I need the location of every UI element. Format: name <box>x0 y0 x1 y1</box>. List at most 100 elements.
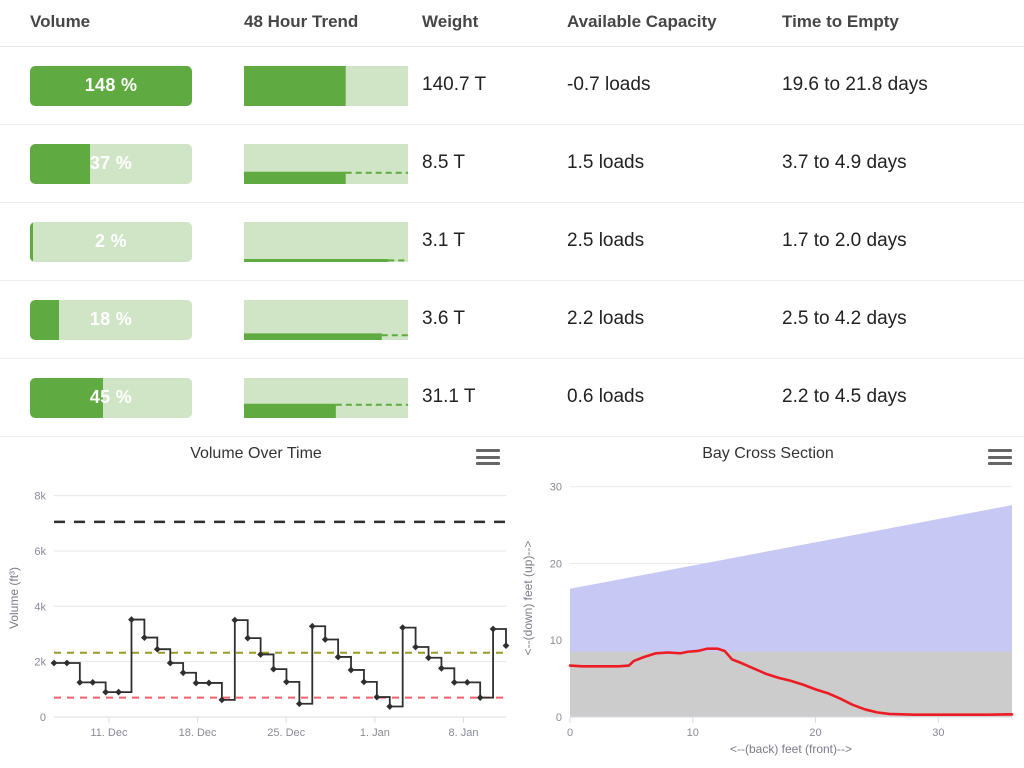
weight-value: 8.5 T <box>422 150 567 177</box>
svg-text:20: 20 <box>809 727 821 739</box>
svg-text:18. Dec: 18. Dec <box>179 727 217 739</box>
cell-available-capacity: 2.5 loads <box>567 203 782 281</box>
volume-progress-wrap: 2 % <box>0 222 232 262</box>
time-to-empty-value: 3.7 to 4.9 days <box>782 150 1024 177</box>
svg-text:2k: 2k <box>34 657 46 669</box>
volume-over-time-plot: 02k4k6k8kVolume (ft³)11. Dec18. Dec25. D… <box>0 437 512 768</box>
trend-sparkline-wrap <box>232 222 422 262</box>
svg-text:10: 10 <box>687 727 699 739</box>
cell-available-capacity: 0.6 loads <box>567 359 782 437</box>
volume-progress-label: 2 % <box>30 222 192 262</box>
table-body: 148 % 140.7 T -0.7 loads 19.6 to 21.8 da… <box>0 47 1024 437</box>
cell-trend <box>232 125 422 203</box>
available-capacity-value: 2.5 loads <box>567 228 782 255</box>
time-to-empty-value: 1.7 to 2.0 days <box>782 228 1024 255</box>
trend-sparkline-wrap <box>232 300 422 340</box>
svg-text:0: 0 <box>567 727 573 739</box>
svg-text:4k: 4k <box>34 601 46 613</box>
available-capacity-value: 0.6 loads <box>567 384 782 411</box>
volume-progress-bar[interactable]: 37 % <box>30 144 192 184</box>
cell-available-capacity: 2.2 loads <box>567 281 782 359</box>
time-to-empty-value: 19.6 to 21.8 days <box>782 72 1024 99</box>
trend-sparkline[interactable] <box>244 300 408 340</box>
volume-progress-bar[interactable]: 148 % <box>30 66 192 106</box>
volume-progress-wrap: 37 % <box>0 144 232 184</box>
cell-volume: 37 % <box>0 125 232 203</box>
table-row[interactable]: 148 % 140.7 T -0.7 loads 19.6 to 21.8 da… <box>0 47 1024 125</box>
svg-text:20: 20 <box>550 558 562 570</box>
svg-text:6k: 6k <box>34 546 46 558</box>
trend-sparkline[interactable] <box>244 378 408 418</box>
weight-value: 3.6 T <box>422 306 567 333</box>
trend-sparkline-wrap <box>232 378 422 418</box>
cell-available-capacity: -0.7 loads <box>567 47 782 125</box>
trend-sparkline[interactable] <box>244 144 408 184</box>
trend-sparkline-wrap <box>232 66 422 106</box>
cell-trend <box>232 47 422 125</box>
trend-sparkline-wrap <box>232 144 422 184</box>
svg-text:11. Dec: 11. Dec <box>90 727 128 739</box>
time-to-empty-value: 2.2 to 4.5 days <box>782 384 1024 411</box>
weight-value: 3.1 T <box>422 228 567 255</box>
svg-text:1. Jan: 1. Jan <box>360 727 390 739</box>
cell-volume: 2 % <box>0 203 232 281</box>
svg-text:30: 30 <box>932 727 944 739</box>
cell-volume: 45 % <box>0 359 232 437</box>
volume-progress-bar[interactable]: 18 % <box>30 300 192 340</box>
inventory-table: Volume 48 Hour Trend Weight Available Ca… <box>0 0 1024 437</box>
time-to-empty-value: 2.5 to 4.2 days <box>782 306 1024 333</box>
cell-time-to-empty: 3.7 to 4.9 days <box>782 125 1024 203</box>
available-capacity-value: 1.5 loads <box>567 150 782 177</box>
svg-text:0: 0 <box>556 712 562 724</box>
cell-time-to-empty: 2.5 to 4.2 days <box>782 281 1024 359</box>
volume-progress-label: 37 % <box>30 144 192 184</box>
cell-weight: 3.6 T <box>422 281 567 359</box>
svg-text:0: 0 <box>40 712 46 724</box>
cell-weight: 31.1 T <box>422 359 567 437</box>
weight-value: 140.7 T <box>422 72 567 99</box>
svg-text:8k: 8k <box>34 491 46 503</box>
svg-text:30: 30 <box>550 482 562 494</box>
available-capacity-value: -0.7 loads <box>567 72 782 99</box>
table-row[interactable]: 45 % 31.1 T 0.6 loads 2.2 to 4.5 days <box>0 359 1024 437</box>
table-row[interactable]: 18 % 3.6 T 2.2 loads 2.5 to 4.2 days <box>0 281 1024 359</box>
volume-progress-wrap: 148 % <box>0 66 232 106</box>
cell-time-to-empty: 2.2 to 4.5 days <box>782 359 1024 437</box>
volume-progress-bar[interactable]: 2 % <box>30 222 192 262</box>
trend-sparkline[interactable] <box>244 66 408 106</box>
svg-text:<--(down) feet (up)-->: <--(down) feet (up)--> <box>521 541 535 656</box>
svg-text:<--(back) feet (front)--: <--(back) feet (front)--> <box>730 742 852 756</box>
cell-trend <box>232 203 422 281</box>
cell-time-to-empty: 19.6 to 21.8 days <box>782 47 1024 125</box>
svg-text:10: 10 <box>550 635 562 647</box>
chart-volume-over-time: Volume Over Time 02k4k6k8kVolume (ft³)11… <box>0 437 512 768</box>
volume-progress-label: 45 % <box>30 378 192 418</box>
cell-weight: 8.5 T <box>422 125 567 203</box>
trend-sparkline[interactable] <box>244 222 408 262</box>
table-row[interactable]: 37 % 8.5 T 1.5 loads 3.7 to 4.9 days <box>0 125 1024 203</box>
volume-progress-label: 148 % <box>30 66 192 106</box>
cell-weight: 3.1 T <box>422 203 567 281</box>
weight-value: 31.1 T <box>422 384 567 411</box>
table-header-row: Volume 48 Hour Trend Weight Available Ca… <box>0 0 1024 47</box>
cell-trend <box>232 359 422 437</box>
svg-text:Volume (ft³): Volume (ft³) <box>7 567 21 629</box>
charts-region: Volume Over Time 02k4k6k8kVolume (ft³)11… <box>0 437 1024 768</box>
column-header-time-to-empty[interactable]: Time to Empty <box>782 0 1024 47</box>
column-header-weight[interactable]: Weight <box>422 0 567 47</box>
column-header-volume[interactable]: Volume <box>0 0 232 47</box>
volume-progress-bar[interactable]: 45 % <box>30 378 192 418</box>
table-row[interactable]: 2 % 3.1 T 2.5 loads 1.7 to 2.0 days <box>0 203 1024 281</box>
available-capacity-value: 2.2 loads <box>567 306 782 333</box>
volume-progress-label: 18 % <box>30 300 192 340</box>
bay-cross-section-plot: 0 10 20 30 <--(down) feet (up)--> 0 10 20 30 <--(… <box>512 437 1024 768</box>
column-header-capacity[interactable]: Available Capacity <box>567 0 782 47</box>
cell-volume: 148 % <box>0 47 232 125</box>
chart-bay-cross-section: Bay Cross Section 0102030<--(down) feet … <box>512 437 1024 768</box>
cell-trend <box>232 281 422 359</box>
cell-weight: 140.7 T <box>422 47 567 125</box>
volume-progress-wrap: 45 % <box>0 378 232 418</box>
cell-available-capacity: 1.5 loads <box>567 125 782 203</box>
cell-volume: 18 % <box>0 281 232 359</box>
column-header-trend[interactable]: 48 Hour Trend <box>232 0 422 47</box>
